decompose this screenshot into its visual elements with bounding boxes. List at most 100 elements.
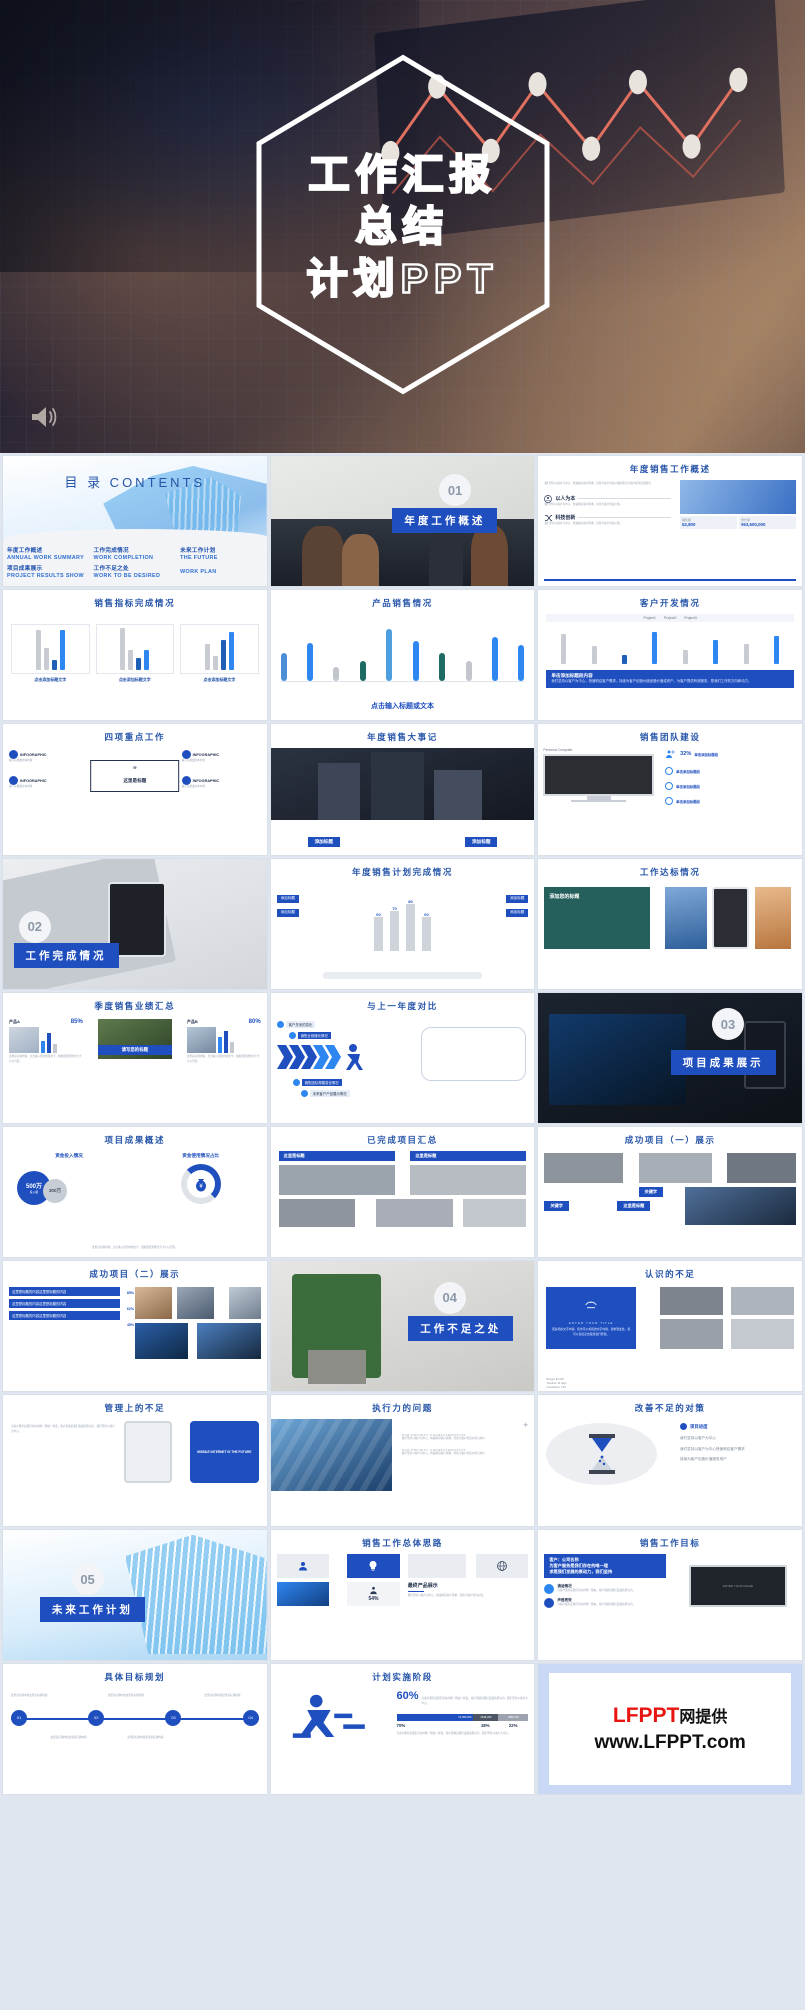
success-photo-2 xyxy=(638,1152,713,1183)
gap-photo-1 xyxy=(659,1287,723,1316)
cover-title: 未来工作计划 xyxy=(39,1597,145,1623)
slide-annual-plan-done[interactable]: 年度销售计划完成情况 60 70 80 60 添加标题 添加标题 添加标题 添加… xyxy=(270,858,535,989)
slide-quarterly-summary[interactable]: 季度销售业绩汇总 产品A 85% 这里是标题内容，点击输入您的内容文字，根据需要… xyxy=(3,992,267,1123)
catalog-columns: 年度工作概述 ANNUAL WORK SUMMARY 项目成果展示 PROJEC… xyxy=(7,546,263,582)
key-item-label: INFOGRAPHIC xyxy=(192,778,220,783)
fund-right-label: 资金使用情况占比 xyxy=(182,1152,220,1158)
project-tag-1[interactable]: 这里是标题 xyxy=(278,1150,395,1161)
customer-banner: 单击添加标题段内容 我们坚持以客户为中心，快速响应客户需求，持续为客户创造价值创… xyxy=(546,670,794,688)
key-item-3: INFOGRAPHIC xyxy=(9,776,88,786)
card-title: 添加您的标题 xyxy=(549,893,580,900)
catalog-item-cn: 工作完成情况 xyxy=(93,548,129,555)
hero-title-line-2: 总结 xyxy=(354,202,450,250)
hourglass-icon xyxy=(588,1434,615,1475)
slide-completed-projects[interactable]: 已完成项目汇总 这里是标题 这里是标题 xyxy=(270,1126,535,1258)
slide-implementation-stage[interactable]: 计划实施阶段 60% 为客户服务是我们存在的唯一理由一样会，客户需求是我们发展的… xyxy=(270,1663,535,1794)
slide-target-reached[interactable]: 工作达标情况 添加您的标题 xyxy=(538,858,802,989)
slide-customer-dev[interactable]: 客户开发情况 Project1 Project2 Project3 单击添加标题… xyxy=(538,590,802,721)
impl-bar-1: ¥1,850,000 xyxy=(396,1713,474,1721)
catalog-item-en: WORK COMPLETION xyxy=(93,555,154,562)
product-percent: 80% xyxy=(248,1018,261,1025)
slide-recognized-gaps[interactable]: 认识的不足 ENTER YOUR TITLE 更多相关文字内容，您也可以将您的文… xyxy=(538,1261,802,1392)
device-label: Personal Computer xyxy=(543,748,573,753)
success-photo-3 xyxy=(727,1152,796,1183)
key-item-4: INFOGRAPHIC xyxy=(181,776,261,786)
plan-label-c: 这里是标题内容这里是标题内容 xyxy=(204,1693,241,1697)
stat-card-1: 销售额 52,800 xyxy=(679,516,737,529)
key-item-desc: 输入标题或文本内容 xyxy=(9,759,33,763)
donut-chart: ¥ xyxy=(180,1163,221,1204)
catalog-column-1: 年度工作概述 ANNUAL WORK SUMMARY 项目成果展示 PROJEC… xyxy=(7,546,90,582)
phone-mock-1 xyxy=(124,1421,172,1484)
chevron-arrows-icon xyxy=(276,1043,363,1070)
target-card: 添加您的标题 xyxy=(544,886,650,949)
speaker-icon[interactable] xyxy=(28,403,62,431)
plan-label-a: 这里是标题内容这里是标题内容 xyxy=(11,1693,48,1697)
slide-cover-03[interactable]: 03 项目成果展示 xyxy=(538,992,802,1123)
slide-title: 客户开发情况 xyxy=(639,598,701,609)
timeline-node-4: 04 xyxy=(242,1709,259,1726)
slide-sales-target[interactable]: 销售指标完成情况 点击添加标题文字 点击添加标题文字 点击添加标题文字 xyxy=(3,590,267,721)
slide-management-gaps[interactable]: 管理上的不足 为客户服务是我们存在的唯一理由一样会，客户需求是我们发展的原动力。… xyxy=(3,1395,267,1526)
slide-title: 管理上的不足 xyxy=(104,1403,166,1414)
overview-photo xyxy=(679,480,796,514)
goals-line-2: 求是我们发展的原动力，我们坚持 xyxy=(549,1568,613,1574)
slide-annual-sales-overview[interactable]: 年度销售工作概述 我们坚持以客户为中心，快速响应客户需求，持续为客户创造价值的理… xyxy=(538,456,802,587)
slide-project-overview[interactable]: 项目成果概述 资金投入情况 500万 投入额 300万 资金使用情况占比 ¥ 这… xyxy=(3,1126,267,1258)
slide-title: 具体目标规划 xyxy=(104,1671,166,1682)
slide-title: 项目成果概述 xyxy=(104,1134,166,1145)
events-button-2[interactable]: 添加标题 xyxy=(465,836,498,847)
cover-number: 01 xyxy=(439,474,472,507)
project-tag-2[interactable]: 这里是标题 xyxy=(410,1150,527,1161)
slide-sales-goals[interactable]: 销售工作目标 客户：公司名称 为客户服务是我们存在的唯一理 求是我们发展的原动力… xyxy=(538,1529,802,1660)
plan-bar-1: 60 xyxy=(373,912,383,951)
events-button-1[interactable]: 添加标题 xyxy=(307,836,340,847)
slide-annual-events[interactable]: 年度销售大事记 添加标题 添加标题 xyxy=(270,724,535,855)
hero-cover-slide[interactable]: 工作汇报 总结 计划PPT xyxy=(0,0,805,453)
key-item-label: INFOGRAPHIC xyxy=(20,752,47,757)
slide-success-project-2[interactable]: 成功项目（二）展示 这里是标题的内容这里是标题的内容 这里是标题的内容这里是标题… xyxy=(3,1261,267,1392)
slide-sales-thinking[interactable]: 销售工作总体思路 54% 最终产品展示 我们坚持以客户为中心，快速响应客户需求，… xyxy=(270,1529,535,1660)
key-left: INFOGRAPHIC 输入标题或文本内容 INFOGRAPHIC 输入标题或文… xyxy=(9,750,88,790)
slide-sales-team[interactable]: 销售团队建设 Personal Computer 32% 单击添加标题段 单击添… xyxy=(538,724,802,855)
group-label: 点击添加标题文字 xyxy=(203,677,236,683)
slide-product-sales[interactable]: 产品销售情况 点击输入标题或文本 xyxy=(270,590,535,721)
cover-number: 04 xyxy=(433,1281,466,1314)
target-group-2: 点击添加标题文字 xyxy=(95,624,175,683)
key-item-desc: 输入标题或文本内容 xyxy=(181,759,205,763)
person-3 xyxy=(428,528,464,587)
impl-bars: ¥1,850,000 ¥648,200 ¥880,700 xyxy=(396,1713,529,1721)
gap-photo-2 xyxy=(730,1287,794,1316)
slide-execution-problem[interactable]: 执行力的问题 + OUR PROJECT CHARACTERISTICS 我们坚… xyxy=(270,1395,535,1526)
project-photo-2 xyxy=(410,1164,527,1195)
slide-cover-01[interactable]: 01 年度工作概述 xyxy=(270,456,535,587)
impl-percent: 60% xyxy=(396,1689,419,1702)
catalog-title: 目 录 CONTENTS xyxy=(64,475,206,490)
gap-meta-1: Budget: $1,000 xyxy=(546,1378,564,1382)
slide-title: 销售工作目标 xyxy=(639,1537,701,1548)
success-keyword-1: 关键字 xyxy=(638,1186,664,1197)
bullet-2: 这里是标题的内容这里是标题的内容 xyxy=(9,1299,120,1309)
overview-item-label: 科技创新 xyxy=(555,515,576,522)
impl-pct-3: 22% xyxy=(508,1722,518,1728)
slide-cover-02[interactable]: 02 工作完成情况 xyxy=(3,858,267,989)
success2-bullets: 这里是标题的内容这里是标题的内容 这里是标题的内容这里是标题的内容 这里是标题的… xyxy=(9,1287,120,1321)
slide-catalog[interactable]: 目 录 CONTENTS 年度工作概述 ANNUAL WORK SUMMARY … xyxy=(3,456,267,587)
plan-top-labels: 这里是标题内容这里是标题内容 这里是标题内容这里是标题内容 这里是标题内容这里是… xyxy=(11,1694,259,1699)
slide-four-key-work[interactable]: 四项重点工作 INFOGRAPHIC 输入标题或文本内容 INFOGRAPHIC… xyxy=(3,724,267,855)
slide-concrete-plan[interactable]: 具体目标规划 这里是标题内容这里是标题内容 这里是标题内容这里是标题内容 这里是… xyxy=(3,1663,267,1794)
slide-cover-04[interactable]: 04 工作不足之处 xyxy=(270,1261,535,1392)
slide-year-compare[interactable]: 与上一年度对比 客户关系的变化 销售业绩增长情况 销售团队规模变化情况 未来客户… xyxy=(270,992,535,1123)
slide-cover-05[interactable]: 05 未来工作计划 xyxy=(3,1529,267,1660)
slide-success-project-1[interactable]: 成功项目（一）展示 关键字 关键字 这里是标题 xyxy=(538,1126,802,1258)
fund-sub-amount: 300万 xyxy=(43,1178,67,1203)
watermark-card: LFPPT网提供 www.LFPPT.com xyxy=(548,1672,792,1785)
success2-photo-4 xyxy=(134,1323,188,1360)
slide-improvement-measures[interactable]: 改善不足的对策 项目进度 我们坚持以客户为中心 我们坚持以客户为中心快速响应客户… xyxy=(538,1395,802,1526)
exec-blocks: + OUR PROJECT CHARACTERISTICS 我们坚持以客户为中心… xyxy=(401,1420,529,1455)
catalog-item-en: PROJECT RESULTS SHOW xyxy=(7,573,84,580)
banner-body: 我们坚持以客户为中心，快速响应客户需求，持续为客户创造价值创造价值或资产。为客户… xyxy=(551,679,752,684)
laptop-code-photo xyxy=(548,1013,686,1105)
plan-base xyxy=(323,971,482,979)
team-item-label: 单击添加标题段 xyxy=(694,752,719,757)
